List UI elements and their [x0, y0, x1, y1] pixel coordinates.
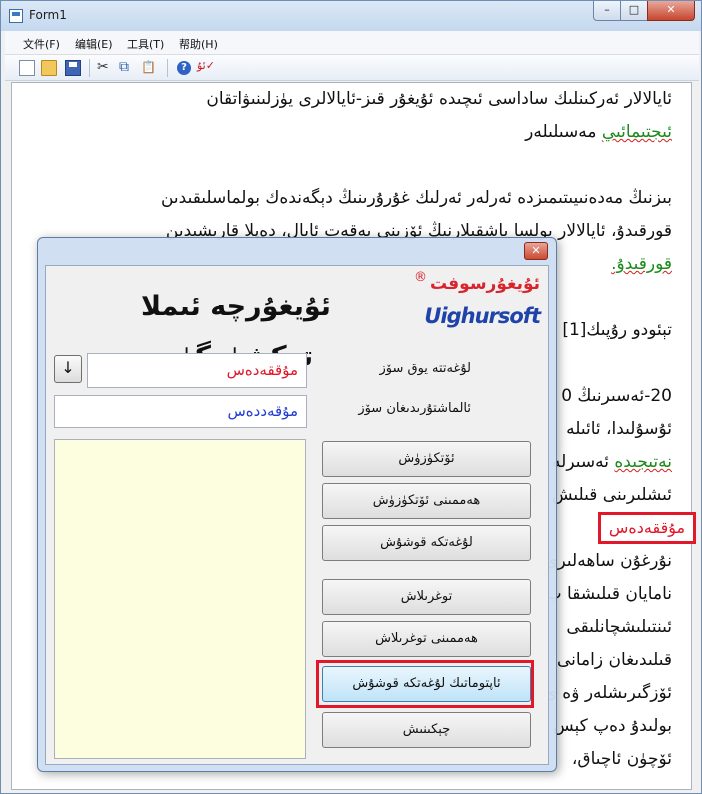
document-line-text: قىلىدىغان زامانى [556, 650, 672, 670]
help-icon[interactable]: ? [177, 61, 191, 75]
dialog-heading: ئۇيغۇرچە ئىملا تەكشۈرگۈچ [141, 291, 331, 372]
document-line-text: 20-ئەسىرنىڭ 0 [561, 386, 672, 406]
document-line-tail: ئەسىرلە [552, 452, 615, 472]
wrong-word-label: لۇغەتتە يوق سۆز [379, 361, 471, 376]
highlighted-misspelled-word: مۇققەدەس [598, 512, 696, 544]
correct-all-button[interactable]: ھەممىنى توغرىلاش [322, 621, 531, 657]
document-line: ئىجتىمائىي مەسىلىلەر [32, 116, 672, 149]
menu-tools[interactable]: 工具(T) [127, 36, 164, 52]
document-line-text: ئۆزگىرىشلەر ۋە ئ [543, 683, 672, 703]
document-line: بىزنىڭ مەدەنىيىتىمىزدە ئەرلەر ئەرلىك غۇر… [32, 182, 672, 215]
document-line-text: نەتىجىدە [614, 452, 672, 472]
document-line-text: ئايالالار ئەركىنلىك ساداسى ئىچىدە ئۇيغۇر… [206, 89, 672, 109]
app-icon [9, 9, 23, 23]
toolbar-separator [167, 59, 168, 77]
dialog-body: ئۇيغۇرچە ئىملا تەكشۈرگۈچ ® ئۇيغۇرسوفت Ui… [45, 265, 549, 765]
document-line-text: ئىشلىرىنى قىلىش [551, 485, 672, 505]
arrow-down-icon[interactable]: ↓ [54, 355, 82, 383]
open-folder-icon[interactable] [41, 60, 57, 76]
menu-help[interactable]: 帮助(H) [179, 36, 218, 52]
document-line-text: ئىنتىلىشچانلىقى [566, 617, 672, 637]
document-line-text: قورقىدۇ. [611, 254, 672, 274]
document-line-text: بولىدۇ دەپ كېس [552, 716, 672, 736]
logo-english-text: Uighursoft [424, 304, 541, 328]
new-file-icon[interactable] [19, 60, 35, 76]
document-line-text: تېئودو رۇپىك[1] [562, 320, 672, 340]
logo-uyghur-text: ئۇيغۇرسوفت [430, 274, 540, 294]
spellcheck-dialog: ✕ ئۇيغۇرچە ئىملا تەكشۈرگۈچ ® ئۇيغۇرسوفت … [37, 237, 557, 772]
dialog-close-button[interactable]: ✕ [524, 242, 548, 260]
menu-file[interactable]: 文件(F) [23, 36, 60, 52]
wrong-word-field[interactable]: مۇققەدەس [87, 353, 307, 388]
spellcheck-icon[interactable]: ئۇ✓ [197, 58, 215, 74]
uighursoft-logo: ® ئۇيغۇرسوفت Uighursoft [412, 268, 542, 336]
window-title: Form1 [29, 8, 67, 22]
copy-icon[interactable]: ⧉ [119, 59, 129, 75]
maximize-button[interactable]: □ [620, 1, 648, 21]
cut-icon[interactable]: ✂ [97, 59, 109, 75]
document-line-tail: مەسىلىلەر [525, 122, 602, 142]
toolbar: ✂ ⧉ 📋 ? ئۇ✓ [5, 55, 699, 81]
ignore-all-button[interactable]: ھەممىنى ئۆتكۈزۈش [322, 483, 531, 519]
suggestion-field[interactable]: مۇقەددەس [54, 395, 307, 428]
add-to-dictionary-button[interactable]: لۇغەتكە قوشۇش [322, 525, 531, 561]
paste-icon[interactable]: 📋 [141, 59, 156, 75]
exit-button[interactable]: چېكىنىش [322, 712, 531, 748]
document-line-text: ئۆچۈن ئاچىاق، [571, 749, 672, 769]
menu-bar: 文件(F) 编辑(E) 工具(T) 帮助(H) [5, 31, 699, 55]
minimize-button[interactable]: – [593, 1, 621, 21]
save-icon[interactable] [65, 60, 81, 76]
suggestion-label: ئالماشتۇرىدىغان سۆز [358, 401, 471, 416]
close-button[interactable]: ✕ [647, 1, 695, 21]
ignore-button[interactable]: ئۆتكۈزۈش [322, 441, 531, 477]
suggestions-list[interactable] [54, 439, 306, 759]
menu-edit[interactable]: 编辑(E) [75, 36, 113, 52]
correct-button[interactable]: توغرىلاش [322, 579, 531, 615]
title-bar[interactable]: Form1 – □ ✕ [1, 1, 701, 31]
document-line-text: نۇرغۇن ساھەلىرى [544, 551, 672, 571]
toolbar-separator [89, 59, 90, 77]
registered-mark: ® [414, 270, 427, 285]
document-line: ئايالالار ئەركىنلىك ساداسى ئىچىدە ئۇيغۇر… [32, 83, 672, 116]
document-line-text: ئۇسۇلىدا، ئائىلە [566, 419, 672, 439]
highlight-box [316, 660, 534, 708]
document-line-text: نامايان قىلىشقا ب [545, 584, 672, 604]
document-line-text: بىزنىڭ مەدەنىيىتىمىزدە ئەرلەر ئەرلىك غۇر… [160, 188, 672, 208]
document-line-text: ئىجتىمائىي [601, 122, 672, 142]
